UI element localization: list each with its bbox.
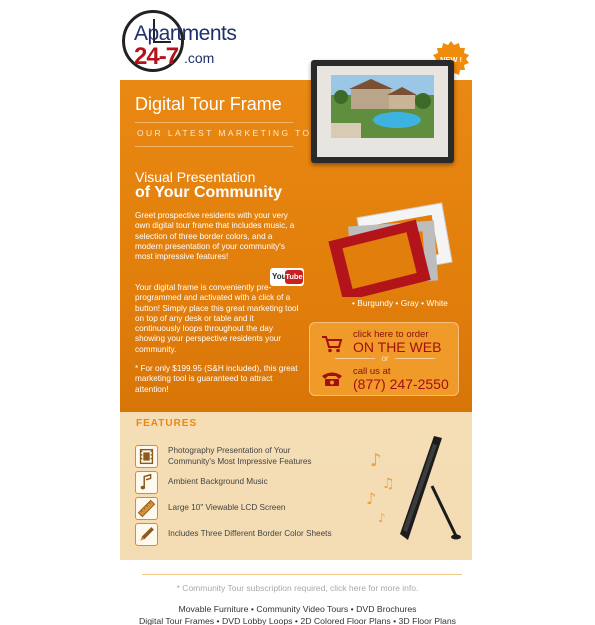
svg-text:♪: ♪ xyxy=(370,450,382,471)
hero-subtitle: OUR LATEST MARKETING TOOL xyxy=(137,128,328,138)
divider xyxy=(135,122,293,123)
border-sheets-image xyxy=(328,202,453,297)
svg-text:♪: ♪ xyxy=(378,511,386,525)
feature-item: Ambient Background Music xyxy=(135,471,355,495)
border-color-options: • Burgundy • Gray • White xyxy=(352,298,448,308)
order-web-link[interactable]: ON THE WEB xyxy=(353,339,441,355)
feature-item: Photography Presentation of Your Communi… xyxy=(135,445,355,469)
youtube-tube: Tube xyxy=(285,270,303,284)
footer-product-links[interactable]: Digital Tour Frames • DVD Lobby Loops • … xyxy=(0,616,595,625)
logo-number: 24-7 xyxy=(134,43,179,70)
footer-product-links[interactable]: Movable Furniture • Community Video Tour… xyxy=(0,604,595,614)
feature-line: Community's Most Impressive Features xyxy=(168,456,312,466)
digital-frame-image xyxy=(311,60,454,163)
pencil-icon xyxy=(135,523,158,546)
price-paragraph: * For only $199.95 (S&H included), this … xyxy=(135,364,298,394)
headline-line2: of Your Community xyxy=(135,184,282,201)
feature-line: Photography Presentation of Your xyxy=(168,446,291,455)
svg-text:♪: ♪ xyxy=(366,489,376,508)
divider xyxy=(135,146,293,147)
phone-icon xyxy=(322,372,342,386)
feature-line: Ambient Background Music xyxy=(168,477,268,486)
subscription-note-link[interactable]: * Community Tour subscription required, … xyxy=(0,583,595,593)
svg-text:♫: ♫ xyxy=(382,476,395,492)
hero-section: Digital Tour Frame OUR LATEST MARKETING … xyxy=(120,60,472,412)
order-box[interactable]: click here to order ON THE WEB or call u… xyxy=(309,322,459,396)
headline-line1: Visual Presentation xyxy=(135,169,256,185)
features-section: FEATURES Photography Presentation of You… xyxy=(120,412,472,560)
ruler-icon xyxy=(135,497,158,520)
phone-number[interactable]: (877) 247-2550 xyxy=(353,376,449,392)
feature-line: Includes Three Different Border Color Sh… xyxy=(168,529,332,538)
logo[interactable]: Apartments 24-7 .com xyxy=(122,10,322,72)
intro-paragraph: Greet prospective residents with your ve… xyxy=(135,211,295,262)
apartment-photo xyxy=(331,75,434,138)
hero-title: Digital Tour Frame xyxy=(135,94,282,114)
feature-item: Large 10" Viewable LCD Screen xyxy=(135,497,355,521)
music-note-icon xyxy=(135,471,158,494)
film-strip-icon xyxy=(135,445,158,468)
logo-domain: .com xyxy=(184,50,215,66)
frame-on-stand-image: ♪ ♫ ♪ ♪ xyxy=(366,436,461,540)
shopping-cart-icon xyxy=(322,336,343,353)
feature-item: Includes Three Different Border Color Sh… xyxy=(135,523,355,547)
features-title: FEATURES xyxy=(136,418,198,429)
details-paragraph: Your digital frame is conveniently pre-p… xyxy=(135,283,299,354)
or-separator: or xyxy=(310,354,460,363)
footer-divider xyxy=(142,574,462,575)
feature-line: Large 10" Viewable LCD Screen xyxy=(168,503,286,512)
